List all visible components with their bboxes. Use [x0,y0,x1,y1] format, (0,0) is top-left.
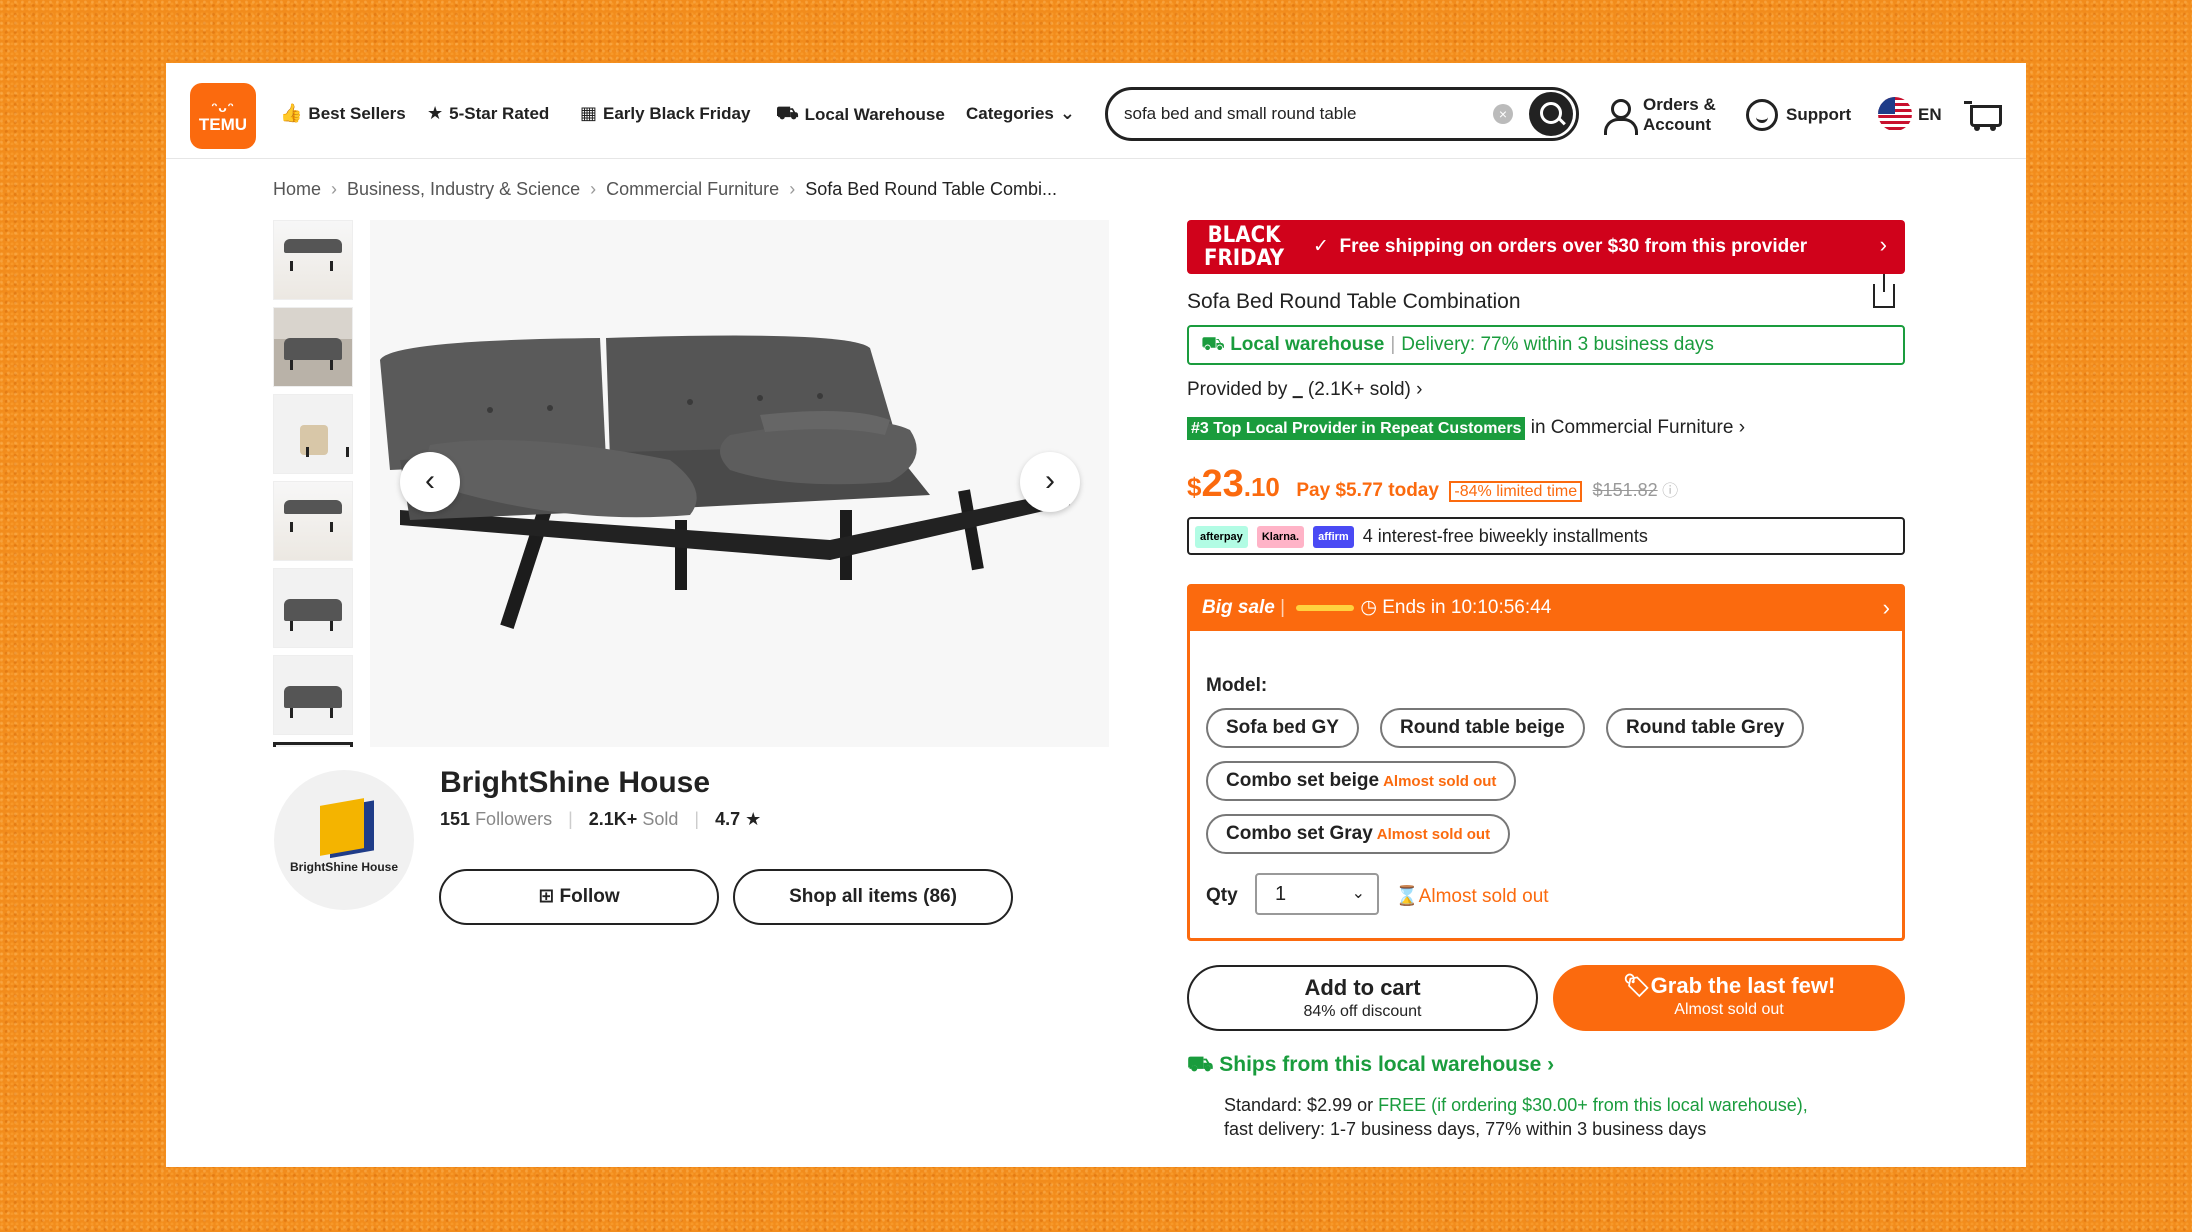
nav-best-sellers[interactable]: 👍 Best Sellers [280,103,406,124]
model-label: Model: [1206,675,1268,696]
temu-logo[interactable]: ᵔᴗᵔ TEMU [190,83,256,149]
browser-page: ᵔᴗᵔ TEMU 👍 Best Sellers ★ 5-Star Rated ▦… [166,63,2026,1167]
pay-today: Pay $5.77 today [1296,480,1439,501]
affirm-logo: affirm [1313,526,1354,549]
followers-stat: 151 Followers [440,809,553,829]
sofa-image [380,335,1070,629]
rating-stat: 4.7 ★ [715,809,762,829]
thumbnail-4[interactable] [273,481,353,561]
clear-search-icon[interactable]: × [1493,104,1513,124]
thumbnail-7-selected[interactable] [273,742,353,747]
thumbs-up-icon: 👍 [280,103,303,123]
chevron-down-icon: ⌄ [1351,885,1365,902]
clock-icon: ◷ [1360,597,1377,618]
thumbnail-1[interactable] [273,220,353,300]
discount-badge: -84% limited time [1449,481,1583,502]
support-chat-icon[interactable] [1746,99,1778,131]
support-link[interactable]: Support [1786,105,1851,125]
truck-icon: ⛟ [1201,334,1225,355]
black-friday-banner[interactable]: BLACK FRIDAY ✓ Free shipping on orders o… [1187,220,1905,274]
share-icon[interactable] [1873,274,1895,308]
breadcrumb-separator: › [789,179,796,199]
afterpay-logo: afterpay [1195,526,1248,549]
thumbnail-3[interactable] [273,394,353,474]
free-shipping-message: ✓ Free shipping on orders over $30 from … [1313,236,1808,257]
breadcrumb: Home › Business, Industry & Science › Co… [273,179,1057,200]
timer-bar [1296,604,1355,611]
thumbnail-6[interactable] [273,655,353,735]
big-sale-header[interactable]: Big sale | ◷ Ends in 10:10:56:44 › [1190,587,1902,631]
chevron-right-icon: › [1882,595,1890,620]
follow-button[interactable]: ⊞ Follow [439,869,719,925]
breadcrumb-commercial-furniture[interactable]: Commercial Furniture [606,179,779,200]
quantity-select[interactable]: 1 ⌄ [1255,873,1379,915]
breadcrumb-current: Sofa Bed Round Table Combi... [805,179,1058,199]
nav-early-black-friday[interactable]: ▦ Early Black Friday [580,103,750,124]
provider-rank[interactable]: #3 Top Local Provider in Repeat Customer… [1187,417,1745,440]
tag-icon: 🏷 [1622,973,1651,998]
orders-account-link[interactable]: Orders & Account [1643,95,1716,135]
search-input[interactable]: sofa bed and small round table [1124,104,1357,124]
original-price: $151.82 [1592,480,1658,500]
language-selector[interactable]: EN [1918,105,1942,125]
store-logo-mark [320,798,364,856]
breadcrumb-home[interactable]: Home [273,179,321,200]
big-sale-panel: Big sale | ◷ Ends in 10:10:56:44 › Model… [1187,584,1905,941]
shipping-details: Standard: $2.99 or FREE (if ordering $30… [1224,1095,1808,1139]
shop-all-items-button[interactable]: Shop all items (86) [733,869,1013,925]
user-icon[interactable] [1602,99,1638,135]
prev-image-button[interactable]: ‹ [400,452,460,512]
price-row: $23.10 Pay $5.77 today -84% limited time… [1187,463,1679,505]
store-stats: 151 Followers | 2.1K+ Sold | 4.7 ★ [440,809,762,829]
next-image-button[interactable]: › [1020,452,1080,512]
provided-by[interactable]: Provided by ▁ (2.1K+ sold) › [1187,379,1423,401]
search-icon[interactable] [1529,92,1573,136]
option-combo-set-beige[interactable]: Combo set beige Almost sold out [1206,761,1517,801]
chevron-right-icon: › [1879,232,1887,257]
add-to-cart-button[interactable]: Add to cart 84% off discount [1187,965,1538,1031]
star-badge-icon: ★ [427,103,444,123]
follow-store-icon: ⊞ [538,886,555,907]
store-name[interactable]: BrightShine House [440,766,710,800]
search-bar: sofa bed and small round table × [1105,87,1579,141]
option-round-table-grey[interactable]: Round table Grey [1606,708,1805,748]
breadcrumb-separator: › [331,179,338,199]
almost-sold-out-note: ⌛Almost sold out [1395,886,1549,907]
main-product-image: ‹ › [370,220,1109,747]
thumbnail-5[interactable] [273,568,353,648]
nav-five-star-rated[interactable]: ★ 5-Star Rated [427,103,549,124]
chevron-down-icon: ⌄ [1059,103,1075,123]
option-round-table-beige[interactable]: Round table beige [1380,708,1585,748]
qty-label: Qty [1206,885,1238,906]
thumbnail-strip [273,220,353,747]
breadcrumb-separator: › [590,179,597,199]
cart-icon[interactable] [1964,99,2002,131]
site-header: ᵔᴗᵔ TEMU 👍 Best Sellers ★ 5-Star Rated ▦… [166,63,2026,159]
nav-local-warehouse[interactable]: ⛟ Local Warehouse [776,103,945,127]
truck-icon: ⛟ [776,103,799,123]
klarna-logo: Klarna. [1256,526,1305,549]
ships-from-link[interactable]: ⛟ Ships from this local warehouse › [1187,1053,1554,1079]
nav-categories[interactable]: Categories ⌄ [966,103,1075,124]
local-warehouse-bar: ⛟ Local warehouse | Delivery: 77% within 3… [1187,325,1905,365]
thumbnail-2[interactable] [273,307,353,387]
store-logo[interactable]: BrightShine House [274,770,414,910]
product-title: Sofa Bed Round Table Combination [1187,290,1521,313]
sold-stat: 2.1K+ Sold [588,809,679,829]
star-icon: ★ [745,809,762,829]
truck-icon: ⛟ [1187,1053,1214,1076]
option-sofa-bed-gy[interactable]: Sofa bed GY [1206,708,1359,748]
us-flag-icon[interactable] [1878,97,1912,131]
option-combo-set-gray[interactable]: Combo set Gray Almost sold out [1206,814,1511,854]
rank-badge: #3 Top Local Provider in Repeat Customer… [1187,417,1526,440]
calendar-icon: ▦ [580,103,598,123]
info-icon: ⓘ [1662,483,1679,500]
hourglass-icon: ⌛ [1395,886,1419,907]
breadcrumb-business[interactable]: Business, Industry & Science [347,179,580,200]
black-friday-tag: BLACK FRIDAY [1203,223,1285,271]
installments-bar[interactable]: afterpay Klarna. affirm 4 interest-free … [1187,517,1905,555]
provider-logo-icon: ▁ [1292,383,1303,398]
grab-last-few-button[interactable]: 🏷Grab the last few! Almost sold out [1553,965,1905,1031]
